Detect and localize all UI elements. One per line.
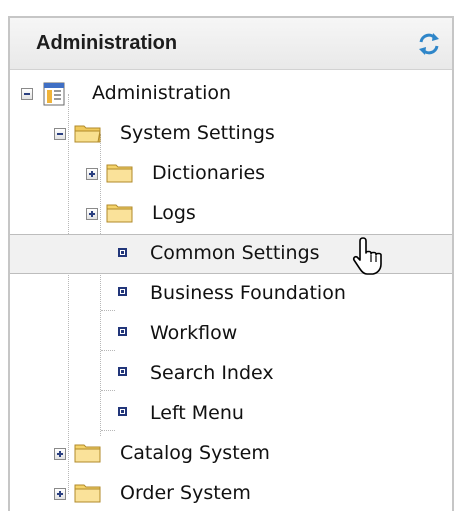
expand-toggle[interactable] [54,448,66,460]
tree-node-label: Order System [120,482,251,504]
folder-icon [106,164,133,183]
tree-node-common-settings[interactable]: Common Settings [10,234,452,274]
leaf-bullet-icon [118,367,127,376]
panel-title: Administration [36,32,178,54]
tree-node-label: Left Menu [150,402,244,424]
tree-node-search-index[interactable]: Search Index [10,354,452,394]
tree-node-label: Logs [152,202,196,224]
tree-node-left-menu[interactable]: Left Menu [10,394,452,434]
collapse-toggle[interactable] [21,88,33,100]
expand-toggle[interactable] [86,208,98,220]
leaf-bullet-icon [118,248,127,257]
tree-node-label: System Settings [120,122,275,144]
collapse-toggle[interactable] [54,128,66,140]
folder-icon [74,444,101,463]
folder-open-icon [74,125,101,143]
folder-icon [106,204,133,223]
tree-node-catalog-system[interactable]: Catalog System [10,434,452,474]
leaf-bullet-icon [118,327,127,336]
expand-toggle[interactable] [54,488,66,500]
tree-node-system-settings[interactable]: System Settings [10,114,452,154]
tree-node-business-foundation[interactable]: Business Foundation [10,274,452,314]
tree-node-workflow[interactable]: Workflow [10,314,452,354]
app-icon [43,82,65,106]
expand-toggle[interactable] [86,168,98,180]
tree-node-label: Administration [92,82,232,104]
tree-node-label: Search Index [150,362,274,384]
folder-icon [74,484,101,503]
leaf-bullet-icon [118,407,127,416]
tree-node-order-system[interactable]: Order System [10,474,452,511]
admin-tree: Administration System Settings Dictionar… [10,70,452,511]
panel-header: Administration [10,18,452,70]
leaf-bullet-icon [118,287,127,296]
administration-panel: Administration Administration System Set… [8,16,454,511]
tree-node-logs[interactable]: Logs [10,194,452,234]
refresh-icon[interactable] [414,29,444,59]
tree-node-label: Business Foundation [150,282,346,304]
tree-node-label: Common Settings [150,242,320,264]
tree-node-label: Dictionaries [152,162,266,184]
tree-node-label: Catalog System [120,442,270,464]
tree-node-administration[interactable]: Administration [10,74,452,114]
tree-node-label: Workflow [150,322,238,344]
tree-node-dictionaries[interactable]: Dictionaries [10,154,452,194]
